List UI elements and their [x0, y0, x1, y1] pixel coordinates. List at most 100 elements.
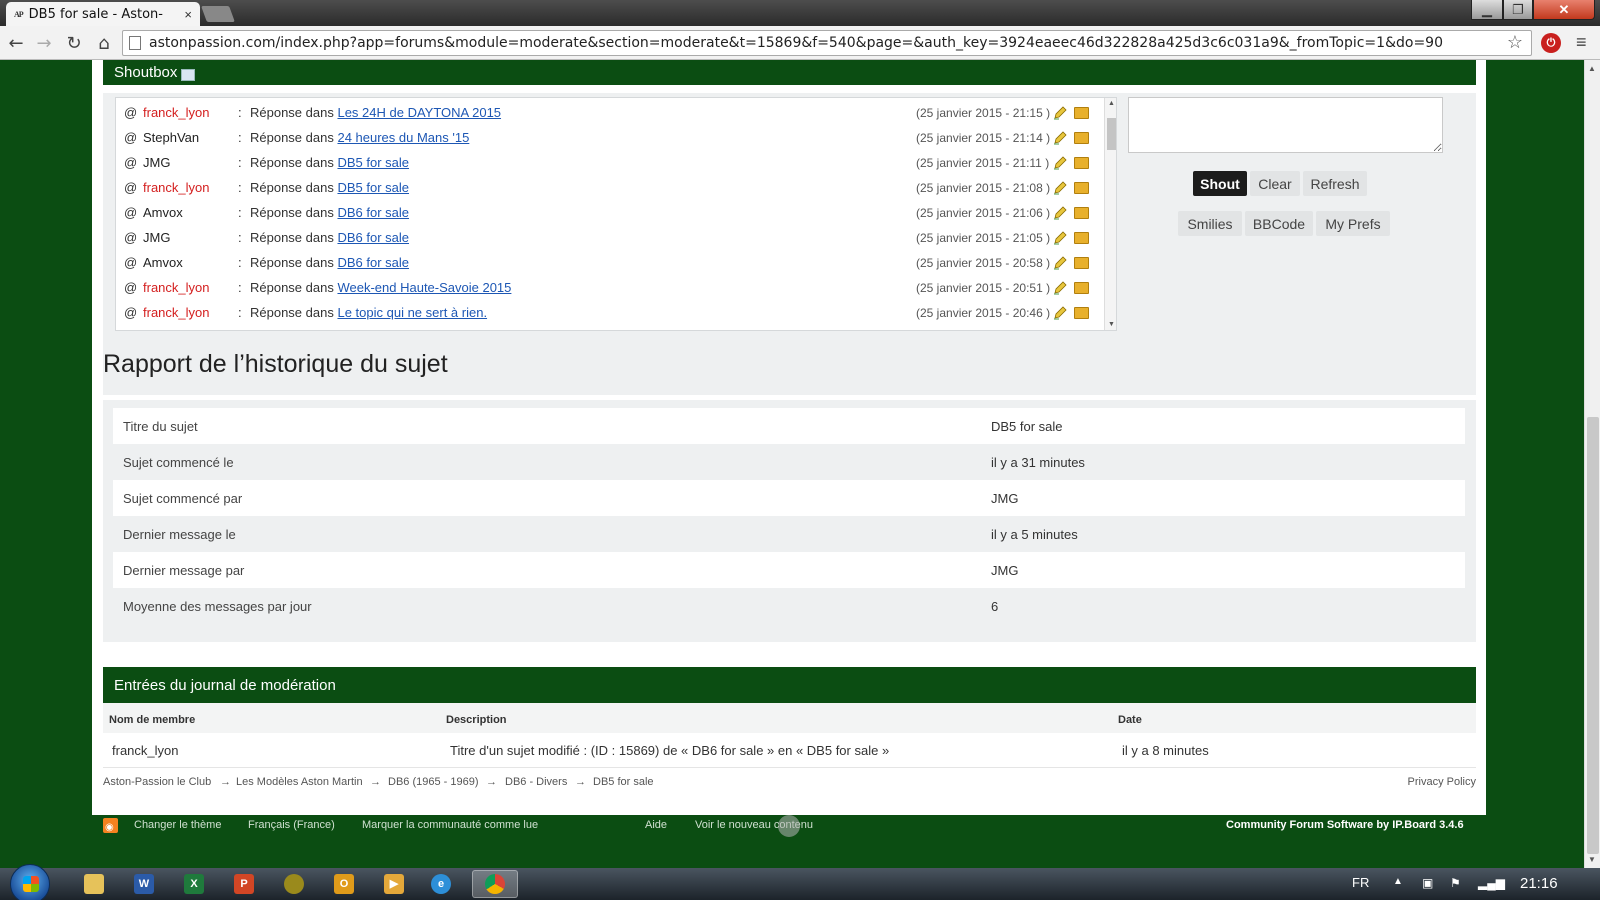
shout-topic-link[interactable]: Week-end Haute-Savoie 2015 [337, 280, 511, 295]
forward-icon[interactable]: → [32, 31, 56, 55]
shout-topic-link[interactable]: DB5 for sale [337, 180, 409, 195]
modlog-member[interactable]: franck_lyon [112, 743, 178, 758]
edit-icon[interactable] [1053, 205, 1067, 220]
breadcrumb-item[interactable]: DB6 - Divers [505, 776, 567, 788]
folder-icon[interactable] [1074, 132, 1089, 144]
shout-input[interactable] [1128, 97, 1443, 153]
app-icon[interactable] [274, 870, 314, 898]
mention-icon[interactable]: @ [124, 180, 137, 195]
edit-icon[interactable] [1053, 155, 1067, 170]
shout-user[interactable]: Amvox [143, 255, 183, 270]
extension-icon[interactable]: ⏻ [1541, 33, 1561, 53]
help-link[interactable]: Aide [645, 819, 667, 831]
mention-icon[interactable]: @ [124, 305, 137, 320]
back-icon[interactable]: ← [4, 31, 28, 55]
privacy-policy-link[interactable]: Privacy Policy [1408, 776, 1476, 788]
change-theme-link[interactable]: Changer le thème [134, 819, 221, 831]
language-link[interactable]: Français (France) [248, 819, 335, 831]
signal-icon[interactable]: ▂▄▆ [1478, 876, 1505, 892]
media-icon[interactable]: ▶ [374, 870, 414, 898]
scroll-down-icon[interactable]: ▼ [1108, 321, 1115, 328]
close-window-button[interactable]: ✕ [1533, 0, 1595, 20]
powered-by-link[interactable]: Community Forum Software by IP.Board 3.4… [1226, 819, 1464, 831]
excel-icon[interactable]: X [174, 870, 214, 898]
edit-icon[interactable] [1053, 280, 1067, 295]
clear-button[interactable]: Clear [1250, 171, 1300, 196]
breadcrumb-item[interactable]: Aston-Passion le Club [103, 776, 211, 788]
scroll-thumb[interactable] [1107, 118, 1116, 150]
breadcrumb-item[interactable]: Les Modèles Aston Martin [236, 776, 363, 788]
shout-topic-link[interactable]: 24 heures du Mans '15 [337, 130, 469, 145]
mention-icon[interactable]: @ [124, 155, 137, 170]
shout-user[interactable]: franck_lyon [143, 280, 209, 295]
page-scrollbar[interactable]: ▲ ▼ [1584, 60, 1600, 868]
shout-topic-link[interactable]: DB6 for sale [337, 230, 409, 245]
mark-read-link[interactable]: Marquer la communauté comme lue [362, 819, 538, 831]
popup-window-icon[interactable] [181, 68, 196, 81]
breadcrumb-item[interactable]: DB6 (1965 - 1969) [388, 776, 479, 788]
edit-icon[interactable] [1053, 230, 1067, 245]
taskbar-clock[interactable]: 21:16 [1520, 875, 1558, 892]
bookmark-star-icon[interactable]: ☆ [1507, 32, 1523, 53]
shout-button[interactable]: Shout [1193, 171, 1247, 196]
shout-user[interactable]: JMG [143, 230, 170, 245]
mention-icon[interactable]: @ [124, 230, 137, 245]
mention-icon[interactable]: @ [124, 130, 137, 145]
menu-icon[interactable]: ≡ [1576, 32, 1587, 53]
ie-icon[interactable]: e [421, 870, 461, 898]
scroll-up-icon[interactable]: ▲ [1108, 100, 1115, 107]
edit-icon[interactable] [1053, 255, 1067, 270]
shout-scrollbar[interactable]: ▲ ▼ [1104, 98, 1116, 330]
folder-icon[interactable] [1074, 282, 1089, 294]
maximize-button[interactable]: ❐ [1503, 0, 1533, 20]
network-status-icon[interactable]: ▣ [1422, 876, 1438, 892]
outlook-icon[interactable]: O [324, 870, 364, 898]
word-icon[interactable]: W [124, 870, 164, 898]
bbcode-button[interactable]: BBCode [1245, 211, 1313, 236]
my-prefs-button[interactable]: My Prefs [1316, 211, 1390, 236]
powerpoint-icon[interactable]: P [224, 870, 264, 898]
folder-icon[interactable] [1074, 182, 1089, 194]
language-indicator[interactable]: FR [1352, 875, 1369, 890]
smilies-button[interactable]: Smilies [1178, 211, 1242, 236]
shout-user[interactable]: franck_lyon [143, 180, 209, 195]
refresh-button[interactable]: Refresh [1303, 171, 1367, 196]
tab-close-icon[interactable]: × [184, 7, 192, 22]
chrome-icon[interactable] [472, 870, 518, 898]
mention-icon[interactable]: @ [124, 255, 137, 270]
start-button[interactable] [10, 864, 50, 900]
edit-icon[interactable] [1053, 180, 1067, 195]
edit-icon[interactable] [1053, 130, 1067, 145]
edit-icon[interactable] [1053, 105, 1067, 120]
folder-icon[interactable] [1074, 157, 1089, 169]
home-icon[interactable]: ⌂ [92, 31, 116, 55]
shout-user[interactable]: JMG [143, 155, 170, 170]
report-value[interactable]: JMG [991, 563, 1018, 578]
address-bar[interactable]: astonpassion.com/index.php?app=forums&mo… [122, 30, 1532, 56]
report-value[interactable]: JMG [991, 491, 1018, 506]
edit-icon[interactable] [1053, 305, 1067, 320]
shout-topic-link[interactable]: Les 24H de DAYTONA 2015 [337, 105, 501, 120]
shout-topic-link[interactable]: DB5 for sale [337, 155, 409, 170]
folder-icon[interactable] [1074, 107, 1089, 119]
shout-user[interactable]: StephVan [143, 130, 199, 145]
mention-icon[interactable]: @ [124, 105, 137, 120]
folder-icon[interactable] [74, 870, 114, 898]
shout-list[interactable]: @ franck_lyon : Réponse dans Les 24H de … [115, 97, 1117, 331]
folder-icon[interactable] [1074, 232, 1089, 244]
shout-topic-link[interactable]: DB6 for sale [337, 255, 409, 270]
page-scroll-thumb[interactable] [1587, 417, 1599, 854]
shout-user[interactable]: Amvox [143, 205, 183, 220]
folder-icon[interactable] [1074, 307, 1089, 319]
shout-user[interactable]: franck_lyon [143, 305, 209, 320]
breadcrumb-item[interactable]: DB5 for sale [593, 776, 654, 788]
scroll-down-icon[interactable]: ▼ [1588, 855, 1596, 864]
shout-topic-link[interactable]: Le topic qui ne sert à rien. [337, 305, 487, 320]
reload-icon[interactable]: ↻ [62, 31, 86, 55]
folder-icon[interactable] [1074, 257, 1089, 269]
show-hidden-icons-icon[interactable]: ▲ [1393, 876, 1403, 887]
mention-icon[interactable]: @ [124, 205, 137, 220]
rss-icon[interactable]: ◉ [103, 818, 118, 833]
mention-icon[interactable]: @ [124, 280, 137, 295]
url-text[interactable]: astonpassion.com/index.php?app=forums&mo… [149, 35, 1443, 51]
